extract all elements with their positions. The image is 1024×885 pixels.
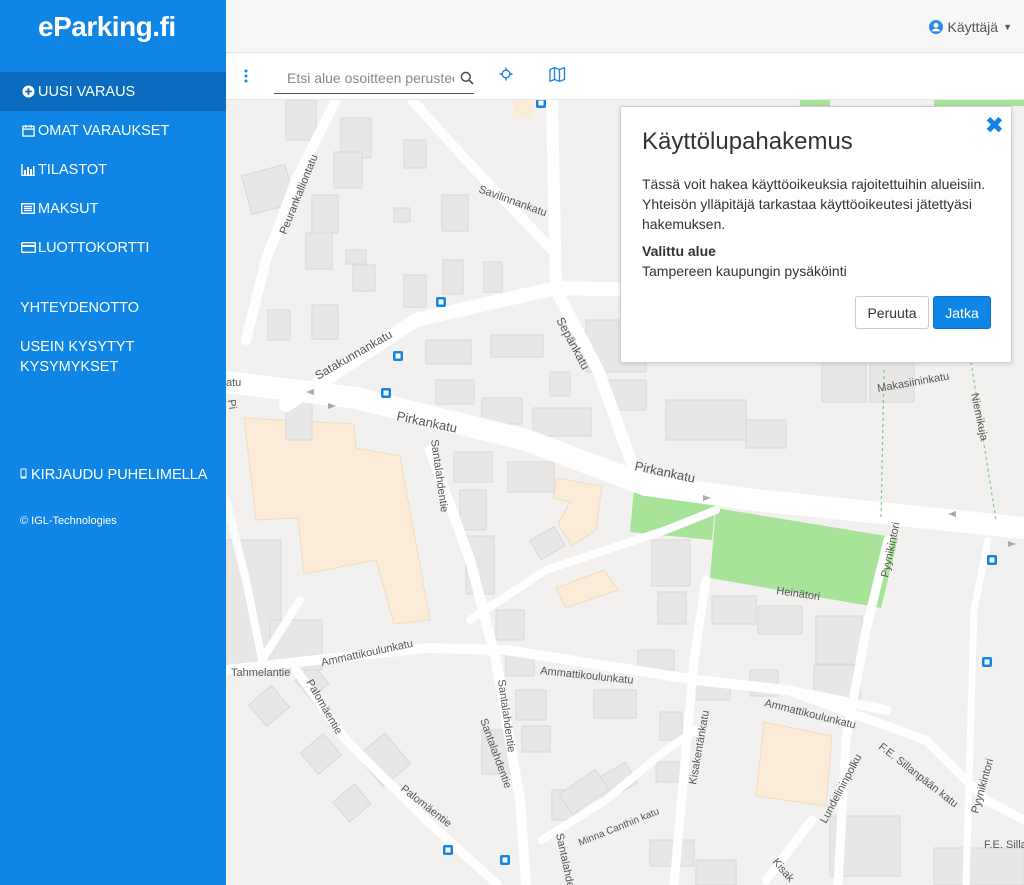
- search-input[interactable]: [274, 65, 454, 91]
- street-label: Pi: [226, 399, 238, 410]
- mobile-phone-icon: [20, 465, 27, 485]
- caret-down-icon: ▼: [1003, 22, 1012, 32]
- dialog-description: Tässä voit hakea käyttöoikeuksia rajoite…: [642, 176, 986, 232]
- sidebar-item-label: UUSI VARAUS: [38, 83, 136, 100]
- sidebar-item-label: LUOTTOKORTTI: [38, 239, 150, 256]
- sidebar-item-label: TILASTOT: [38, 161, 108, 178]
- top-bar: Käyttäjä ▼: [226, 0, 1024, 53]
- close-icon[interactable]: ✖: [985, 114, 1004, 137]
- street-label: Tahmelantie: [231, 667, 290, 679]
- copyright: © IGL-Technologies: [20, 515, 117, 527]
- sidebar-item-payments[interactable]: MAKSUT: [0, 189, 226, 228]
- cancel-button[interactable]: Peruuta: [855, 296, 929, 329]
- sidebar: eParking.fi UUSI VARAUS OMAT VARAUKSET T…: [0, 0, 226, 885]
- selected-area-value: Tampereen kaupungin pysäköinti: [642, 263, 847, 279]
- more-options-icon[interactable]: [244, 69, 248, 83]
- logo[interactable]: eParking.fi: [0, 0, 226, 53]
- sidebar-item-phone-login[interactable]: KIRJAUDU PUHELIMELLA: [0, 465, 207, 485]
- bar-chart-icon: [20, 163, 36, 176]
- map-toolbar: [226, 53, 1024, 100]
- search-box: [274, 65, 474, 94]
- search-icon[interactable]: [460, 71, 474, 90]
- permit-application-dialog: ✖ Käyttölupahakemus Tässä voit hakea käy…: [620, 106, 1012, 363]
- dialog-title: Käyttölupahakemus: [642, 128, 853, 155]
- selected-area-label: Valittu alue: [642, 243, 716, 259]
- sidebar-nav: UUSI VARAUS OMAT VARAUKSET TILASTOT MAKS…: [0, 72, 226, 267]
- sidebar-item-statistics[interactable]: TILASTOT: [0, 150, 226, 189]
- user-name: Käyttäjä: [947, 19, 999, 35]
- user-icon: [929, 20, 944, 34]
- sidebar-item-my-reservations[interactable]: OMAT VARAUKSET: [0, 111, 226, 150]
- map-icon[interactable]: [549, 67, 566, 87]
- street-label: F.E. Sillan: [984, 839, 1024, 851]
- credit-card-icon: [20, 242, 36, 253]
- continue-button[interactable]: Jatka: [933, 296, 991, 329]
- sidebar-item-label: MAKSUT: [38, 200, 99, 217]
- list-icon: [20, 203, 36, 214]
- sidebar-item-new-reservation[interactable]: UUSI VARAUS: [0, 72, 226, 111]
- sidebar-item-label: OMAT VARAUKSET: [38, 122, 170, 139]
- sidebar-item-faq[interactable]: USEIN KYSYTYT KYSYMYKSET: [0, 337, 150, 377]
- sidebar-item-contact[interactable]: YHTEYDENOTTO: [0, 298, 139, 318]
- sidebar-item-credit-card[interactable]: LUOTTOKORTTI: [0, 228, 226, 267]
- user-menu[interactable]: Käyttäjä ▼: [929, 19, 1012, 35]
- street-label: atu: [226, 377, 241, 389]
- plus-circle-icon: [20, 85, 36, 98]
- locate-crosshair-icon[interactable]: [499, 67, 513, 86]
- calendar-icon: [20, 124, 36, 137]
